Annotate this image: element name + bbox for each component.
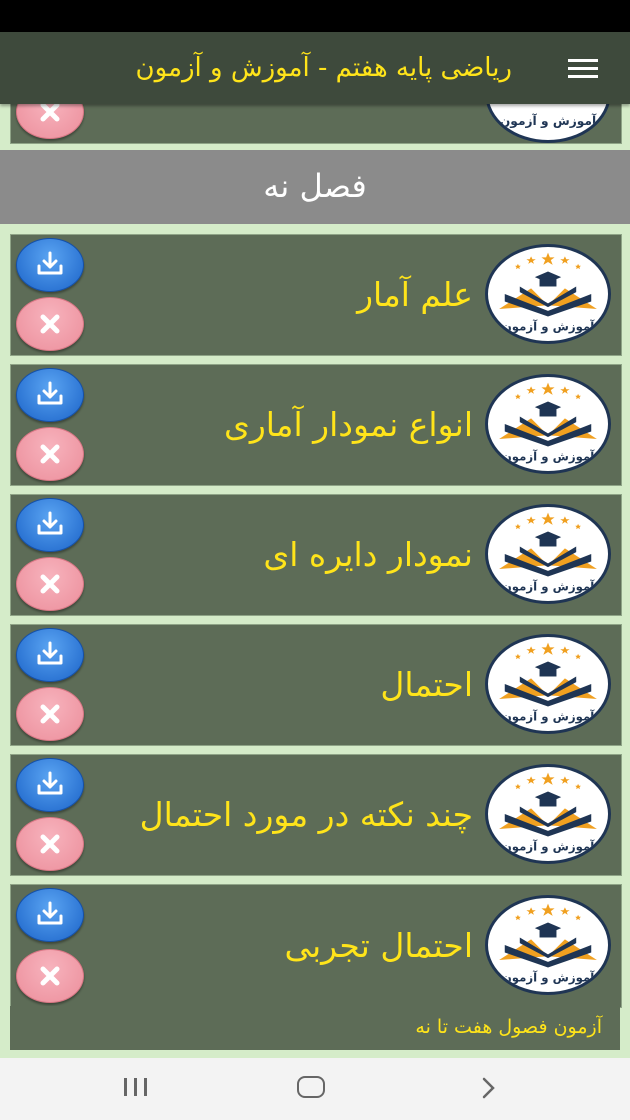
lesson-title: نمودار دایره ای — [263, 535, 473, 574]
logo-text: آموزش و آزمون — [500, 113, 597, 128]
lesson-title: احتمال تجربی — [284, 926, 473, 965]
close-icon — [40, 574, 60, 594]
navigation-bar — [0, 1058, 630, 1120]
logo-svg: آموزش و آزمون — [499, 903, 597, 986]
remove-button[interactable] — [16, 427, 84, 481]
download-button[interactable] — [16, 758, 84, 812]
remove-button[interactable] — [16, 817, 84, 871]
download-icon — [37, 381, 63, 405]
close-icon — [40, 444, 60, 464]
logo-svg: آموزش و آزمون — [499, 512, 597, 595]
section-header: فصل نه — [0, 150, 630, 224]
download-button[interactable] — [16, 628, 84, 682]
remove-button[interactable] — [16, 557, 84, 611]
recent-apps-icon[interactable] — [122, 1078, 152, 1100]
home-icon[interactable] — [297, 1076, 325, 1098]
lesson-title: علم آمار — [357, 275, 473, 314]
download-button[interactable] — [16, 498, 84, 552]
app-logo-icon: آموزش و آزمون — [485, 244, 611, 344]
status-bar — [0, 0, 630, 32]
download-icon — [37, 511, 63, 535]
app-title: ریاضی پایه هفتم - آموزش و آزمون — [135, 53, 512, 83]
close-icon — [40, 314, 60, 334]
remove-button[interactable] — [16, 949, 84, 1003]
app-logo-icon: آموزش و آزمون — [485, 764, 611, 864]
logo-text: آموزش و آزمون — [502, 709, 596, 725]
lesson-title: چند نکته در مورد احتمال — [139, 795, 473, 834]
download-icon — [37, 901, 63, 925]
close-icon — [40, 704, 60, 724]
logo-svg: آموزش و آزمون — [499, 642, 597, 725]
logo-text: آموزش و آزمون — [502, 970, 596, 986]
lesson-card[interactable]: آموزش و آزمون نمودار دایره ای — [10, 494, 622, 616]
lesson-card[interactable]: آموزش و آزمون چند نکته در مورد احتمال — [10, 754, 622, 876]
logo-svg: آموزش و آزمون — [499, 772, 597, 855]
app-logo-icon: آموزش و آزمون — [485, 895, 611, 995]
lesson-card[interactable]: آموزش و آزمون انواع نمودار آماری — [10, 364, 622, 486]
app-logo-icon: آموزش و آزمون — [485, 504, 611, 604]
remove-button[interactable] — [16, 687, 84, 741]
lesson-card[interactable]: آموزش و آزمون احتمال تجربی — [10, 884, 622, 1008]
download-icon — [37, 251, 63, 275]
hamburger-menu-icon[interactable] — [568, 59, 598, 79]
lesson-card[interactable]: آموزش و آزمون علم آمار — [10, 234, 622, 356]
app-bar: ریاضی پایه هفتم - آموزش و آزمون — [0, 32, 630, 104]
logo-text: آموزش و آزمون — [502, 579, 596, 595]
footer-exam-link[interactable]: آزمون فصول هفت تا نه — [10, 1006, 620, 1050]
download-icon — [37, 771, 63, 795]
remove-button[interactable] — [16, 297, 84, 351]
download-button[interactable] — [16, 888, 84, 942]
lesson-card[interactable]: آموزش و آزمون احتمال — [10, 624, 622, 746]
logo-svg: آموزش و آزمون — [499, 252, 597, 335]
logo-text: آموزش و آزمون — [502, 839, 596, 855]
back-icon[interactable] — [476, 1075, 500, 1101]
app-logo-icon: آموزش و آزمون — [485, 374, 611, 474]
download-button[interactable] — [16, 238, 84, 292]
lesson-title: انواع نمودار آماری — [223, 405, 473, 444]
download-button[interactable] — [16, 368, 84, 422]
close-icon — [40, 966, 60, 986]
logo-svg: آموزش و آزمون — [499, 382, 597, 465]
close-icon — [40, 834, 60, 854]
app-logo-icon: آموزش و آزمون — [485, 634, 611, 734]
lesson-title: احتمال — [380, 665, 473, 704]
download-icon — [37, 641, 63, 665]
logo-text: آموزش و آزمون — [502, 449, 596, 465]
logo-text: آموزش و آزمون — [502, 319, 596, 335]
